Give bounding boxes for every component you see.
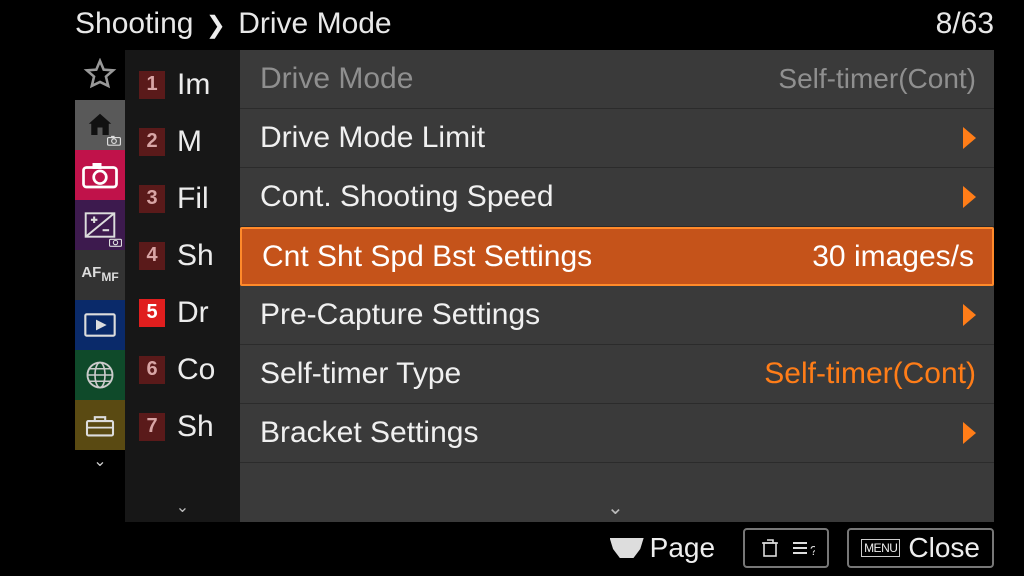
menu-badge: MENU (861, 539, 900, 557)
settings-row[interactable]: Cnt Sht Spd Bst Settings 30 images/s (240, 227, 994, 286)
subtab-item[interactable]: 4 Sh (125, 227, 240, 284)
subtab-label: Co (177, 353, 215, 387)
subtab-number: 5 (139, 299, 165, 327)
rail-shooting[interactable] (75, 150, 125, 200)
settings-row[interactable]: Cont. Shooting Speed (240, 168, 994, 227)
star-icon (83, 58, 117, 92)
subtab-column: 1Im2M3Fil4Sh5Dr6Co7Sh⌄ (125, 50, 240, 522)
chevron-right-icon (963, 186, 976, 208)
rail-favorites[interactable] (75, 50, 125, 100)
subtab-number: 7 (139, 413, 165, 441)
list-header-value: Self-timer(Cont) (778, 63, 976, 95)
breadcrumb-page: Drive Mode (238, 7, 391, 40)
subtab-label: Fil (177, 182, 209, 216)
subtab-number: 1 (139, 71, 165, 99)
camera-badge-icon (107, 135, 121, 146)
page-counter: 8/63 (936, 7, 994, 41)
chevron-right-icon (963, 304, 976, 326)
category-rail: AFMF ⌄ (75, 50, 125, 522)
subtab-number: 6 (139, 356, 165, 384)
settings-row-label: Self-timer Type (260, 357, 461, 391)
svg-text:?: ? (810, 543, 815, 558)
subtab-label: Im (177, 68, 210, 102)
play-icon (84, 313, 116, 337)
breadcrumb-root: Shooting (75, 7, 193, 40)
settings-row[interactable]: Bracket Settings (240, 404, 994, 463)
subtab-item[interactable]: 6 Co (125, 341, 240, 398)
subtab-label: Dr (177, 296, 209, 330)
subtab-label: Sh (177, 239, 214, 273)
page-label: Page (650, 532, 715, 564)
settings-row-label: Bracket Settings (260, 416, 478, 450)
settings-row-label: Drive Mode Limit (260, 121, 485, 155)
trash-icon (757, 538, 783, 558)
settings-row-value: 30 images/s (812, 240, 974, 274)
rail-focus[interactable]: AFMF (75, 250, 125, 300)
rail-exposure[interactable] (75, 200, 125, 250)
rail-scroll-down-icon[interactable]: ⌄ (75, 450, 125, 472)
subtab-item[interactable]: 2M (125, 113, 240, 170)
rail-playback[interactable] (75, 300, 125, 350)
menu-panel: AFMF ⌄ 1Im2M3Fil4Sh5Dr6Co7Sh⌄ Drive Mode… (75, 50, 994, 522)
camera-icon (82, 161, 118, 189)
rocker-icon (610, 538, 644, 558)
chevron-right-icon (963, 127, 976, 149)
list-scroll-down-icon[interactable]: ⌄ (607, 495, 624, 522)
subtab-number: 3 (139, 185, 165, 213)
rail-setup[interactable] (75, 400, 125, 450)
help-button[interactable]: ? (743, 528, 829, 568)
subtab-label: M (177, 125, 202, 159)
subtab-label: Sh (177, 410, 214, 444)
subtab-number: 2 (139, 128, 165, 156)
settings-row-label: Pre-Capture Settings (260, 298, 540, 332)
chevron-right-icon (963, 422, 976, 444)
exposure-icon (84, 212, 116, 238)
toolbox-icon (84, 412, 116, 438)
settings-row-label: Cnt Sht Spd Bst Settings (262, 240, 592, 274)
subtab-item[interactable]: 5 Dr (125, 284, 240, 341)
subtab-item[interactable]: 3 Fil (125, 170, 240, 227)
top-bar: Shooting ❯ Drive Mode 8/63 (75, 4, 994, 44)
page-indicator[interactable]: Page (610, 532, 715, 564)
subtab-scroll-down-icon[interactable]: ⌄ (125, 494, 240, 520)
subtab-number: 4 (139, 242, 165, 270)
list-header-row: Drive Mode Self-timer(Cont) (240, 50, 994, 109)
rail-network[interactable] (75, 350, 125, 400)
settings-row-value: Self-timer(Cont) (764, 357, 976, 391)
rail-home[interactable] (75, 100, 125, 150)
settings-row[interactable]: Drive Mode Limit (240, 109, 994, 168)
subtab-item[interactable]: 1 Im (125, 56, 240, 113)
list-header-label: Drive Mode (260, 62, 413, 96)
af-mf-icon: AFMF (81, 266, 118, 284)
close-label: Close (908, 532, 980, 564)
globe-icon (85, 360, 115, 390)
settings-row[interactable]: Pre-Capture Settings (240, 286, 994, 345)
bottom-bar: Page ? MENU Close (300, 526, 994, 570)
breadcrumb: Shooting ❯ Drive Mode (75, 7, 396, 41)
camera-badge-icon (109, 237, 122, 247)
subtab-item[interactable]: 7 Sh (125, 398, 240, 455)
settings-row[interactable]: Self-timer Type Self-timer(Cont) (240, 345, 994, 404)
close-button[interactable]: MENU Close (847, 528, 994, 568)
settings-list: Drive Mode Self-timer(Cont) Drive Mode L… (240, 50, 994, 522)
help-lines-icon: ? (791, 538, 815, 558)
settings-row-label: Cont. Shooting Speed (260, 180, 554, 214)
chevron-right-icon: ❯ (206, 12, 226, 39)
